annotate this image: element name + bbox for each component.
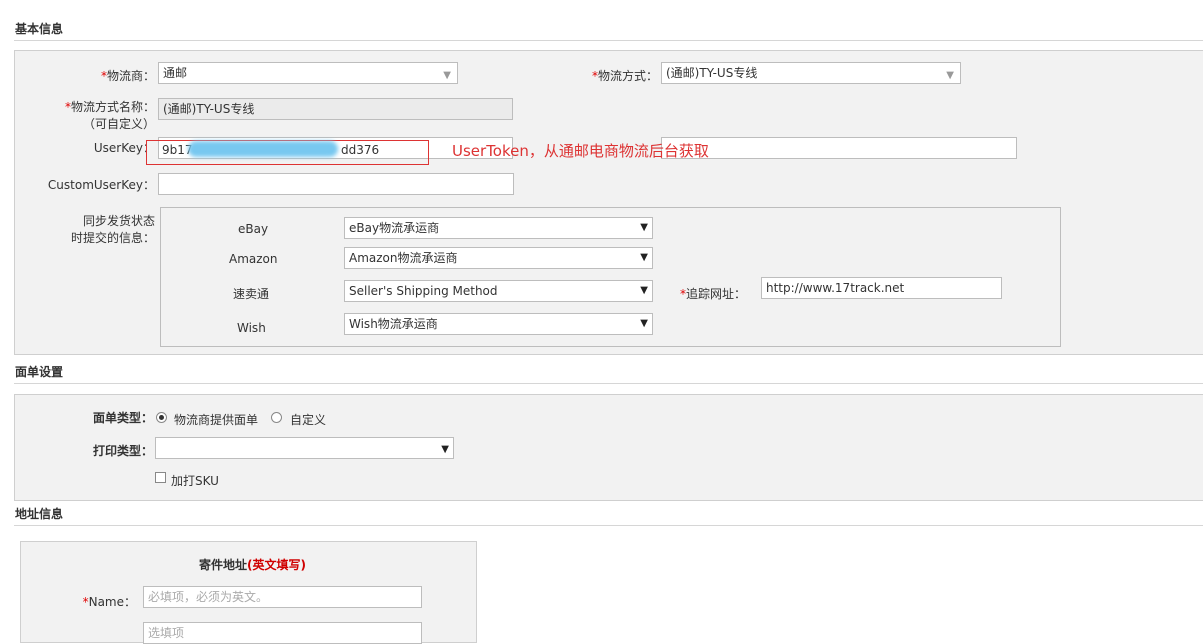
print-type-label: 打印类型： bbox=[92, 444, 153, 458]
tracking-url-input[interactable]: http://www.17track.net bbox=[761, 277, 1002, 299]
address-second-input[interactable]: 选填项 bbox=[143, 622, 422, 644]
print-sku-label: 加打SKU bbox=[171, 474, 219, 488]
radio-custom-label[interactable] bbox=[271, 412, 282, 423]
tracking-url-label: *追踪网址： bbox=[679, 287, 746, 301]
platform-label-wish: Wish bbox=[237, 321, 266, 335]
radio-carrier-label[interactable] bbox=[156, 412, 167, 423]
divider bbox=[14, 383, 1203, 384]
radio-custom-label-text: 自定义 bbox=[290, 413, 327, 427]
name-label: *Name： bbox=[82, 595, 136, 609]
shipping-method-select[interactable]: (通邮)TY-US专线 ▼ bbox=[661, 62, 961, 84]
divider bbox=[14, 40, 1203, 41]
section-title-address-info: 地址信息 bbox=[15, 507, 64, 521]
chevron-down-icon: ▼ bbox=[441, 444, 449, 455]
method-name-field: (通邮)TY-US专线 bbox=[158, 98, 513, 120]
section-title-label-settings: 面单设置 bbox=[15, 365, 64, 379]
chevron-down-icon: ▼ bbox=[640, 222, 648, 233]
label-type-label: 面单类型： bbox=[92, 411, 153, 425]
platform-label-amazon: Amazon bbox=[229, 252, 278, 266]
print-type-select[interactable]: ▼ bbox=[155, 437, 454, 459]
platform-label-aliexpress: 速卖通 bbox=[233, 287, 270, 301]
aliexpress-carrier-select[interactable]: Seller's Shipping Method ▼ bbox=[344, 280, 653, 302]
chevron-down-icon: ▼ bbox=[640, 285, 648, 296]
amazon-carrier-select[interactable]: Amazon物流承运商 ▼ bbox=[344, 247, 653, 269]
name-input[interactable]: 必填项，必须为英文。 bbox=[143, 586, 422, 608]
carrier-label: *物流商： bbox=[100, 69, 155, 83]
ebay-carrier-select[interactable]: eBay物流承运商 ▼ bbox=[344, 217, 653, 239]
userkey-label: UserKey： bbox=[93, 141, 155, 155]
chevron-down-icon: ▼ bbox=[640, 318, 648, 329]
chevron-down-icon: ▼ bbox=[443, 70, 451, 81]
radio-carrier-label-text: 物流商提供面单 bbox=[174, 413, 259, 427]
method-name-label: *物流方式名称： （可自定义） bbox=[64, 100, 155, 131]
wish-carrier-select[interactable]: Wish物流承运商 ▼ bbox=[344, 313, 653, 335]
sync-label: 同步发货状态 时提交的信息： bbox=[70, 214, 155, 245]
annotation-text: UserToken，从通邮电商物流后台获取 bbox=[452, 142, 709, 160]
custom-userkey-label: CustomUserKey： bbox=[47, 178, 155, 192]
secondary-key-input[interactable] bbox=[661, 137, 1017, 159]
redaction-blur bbox=[188, 141, 338, 157]
divider bbox=[14, 525, 1203, 526]
custom-userkey-input[interactable] bbox=[158, 173, 514, 195]
section-title-basic-info: 基本信息 bbox=[15, 22, 64, 36]
chevron-down-icon: ▼ bbox=[640, 252, 648, 263]
print-sku-checkbox[interactable] bbox=[155, 472, 166, 483]
sender-address-title: 寄件地址(英文填写) bbox=[199, 558, 306, 572]
chevron-down-icon: ▼ bbox=[946, 70, 954, 81]
userkey-value-suffix: dd376 bbox=[341, 143, 380, 157]
carrier-select[interactable]: 通邮 ▼ bbox=[158, 62, 458, 84]
shipping-method-label: *物流方式： bbox=[591, 69, 658, 83]
platform-label-ebay: eBay bbox=[238, 222, 269, 236]
